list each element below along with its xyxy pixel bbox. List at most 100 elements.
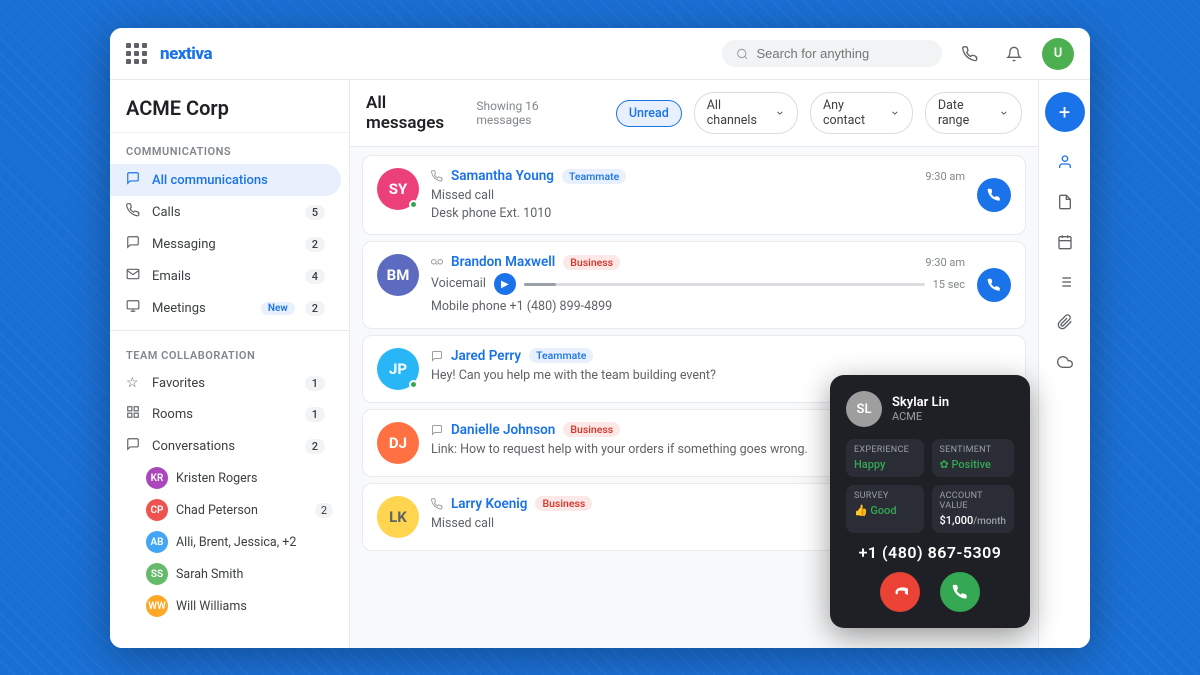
message-card-brandon[interactable]: BM Brandon Maxwell Business 9:30 am Voic… — [362, 241, 1026, 329]
user-avatar-topbar[interactable]: U — [1042, 38, 1074, 70]
call-info-grid: EXPERIENCE Happy SENTIMENT ✿ Positive SU… — [846, 439, 1014, 533]
topbar: nextiva U — [110, 28, 1090, 80]
app-window: nextiva U ACME Corp Communications — [110, 28, 1090, 648]
search-input[interactable] — [757, 46, 929, 61]
larry-avatar: LK — [377, 496, 419, 538]
sidebar: ACME Corp Communications All communicati… — [110, 80, 350, 648]
all-comms-label: All communications — [152, 173, 325, 188]
jared-tag: Teammate — [529, 348, 593, 363]
calendar-icon-btn[interactable] — [1047, 224, 1083, 260]
brandon-play-btn[interactable]: ▶ — [494, 273, 516, 295]
samantha-content: Samantha Young Teammate 9:30 am Missed c… — [431, 168, 965, 222]
brandon-initials: BM — [387, 266, 410, 284]
brandon-content: Brandon Maxwell Business 9:30 am Voicema… — [431, 254, 965, 316]
phone-icon-btn[interactable] — [954, 38, 986, 70]
brandon-top: Brandon Maxwell Business 9:30 am — [431, 254, 965, 270]
sidebar-sub-item-sarah[interactable]: SS Sarah Smith — [110, 558, 349, 590]
alli-name: Alli, Brent, Jessica, +2 — [176, 535, 296, 550]
brandon-audio-progress — [524, 283, 556, 286]
skylar-avatar: SL — [846, 391, 882, 427]
samantha-top: Samantha Young Teammate 9:30 am — [431, 168, 965, 184]
sidebar-item-all-communications[interactable]: All communications — [110, 164, 341, 196]
brandon-time: 9:30 am — [925, 256, 965, 269]
sidebar-item-conversations[interactable]: Conversations 2 — [110, 430, 341, 462]
jared-top: Jared Perry Teammate — [431, 348, 1011, 364]
messaging-icon — [126, 235, 142, 253]
favorites-badge: 1 — [305, 376, 325, 391]
danielle-avatar: DJ — [377, 422, 419, 464]
experience-label: EXPERIENCE — [854, 445, 916, 455]
logo: nextiva — [160, 44, 212, 64]
sidebar-divider-1 — [110, 330, 349, 331]
will-avatar: WW — [146, 595, 168, 617]
filter-contact-btn[interactable]: Any contact — [810, 92, 913, 134]
search-bar[interactable] — [722, 40, 942, 67]
call-popup-header: SL Skylar Lin ACME — [846, 391, 1014, 427]
favorites-label: Favorites — [152, 376, 295, 391]
call-popup-name-block: Skylar Lin ACME — [892, 395, 949, 423]
jared-name: Jared Perry — [451, 348, 521, 364]
sentiment-item: SENTIMENT ✿ Positive — [932, 439, 1014, 477]
kristen-name: Kristen Rogers — [176, 471, 257, 486]
sidebar-sub-item-kristen[interactable]: KR Kristen Rogers — [110, 462, 349, 494]
messages-title: All messages — [366, 93, 464, 133]
fab-add-btn[interactable]: + — [1045, 92, 1085, 132]
samantha-call-btn[interactable] — [977, 178, 1011, 212]
danielle-name: Danielle Johnson — [451, 422, 555, 438]
favorites-icon: ☆ — [126, 375, 142, 391]
brandon-text2: Mobile phone +1 (480) 899-4899 — [431, 298, 965, 316]
emails-label: Emails — [152, 269, 295, 284]
voicemail-channel-icon — [431, 256, 443, 268]
experience-value: Happy — [854, 458, 916, 471]
brandon-avatar: BM — [377, 254, 419, 296]
account-value-label: ACCOUNT VALUE — [940, 491, 1006, 511]
sidebar-item-emails[interactable]: Emails 4 — [110, 260, 341, 292]
message-channel-icon — [431, 350, 443, 362]
call-channel-icon — [431, 170, 443, 182]
list-icon-btn[interactable] — [1047, 264, 1083, 300]
logo-text: nextiva — [160, 44, 212, 64]
sidebar-item-rooms[interactable]: Rooms 1 — [110, 398, 341, 430]
sidebar-item-meetings[interactable]: Meetings New 2 — [110, 292, 341, 324]
message-card-samantha[interactable]: SY Samantha Young Teammate 9:30 am Misse… — [362, 155, 1026, 235]
chad-name: Chad Peterson — [176, 503, 258, 518]
accept-call-btn[interactable] — [940, 572, 980, 612]
bell-icon-btn[interactable] — [998, 38, 1030, 70]
larry-tag: Business — [535, 496, 592, 511]
document-icon-btn[interactable] — [1047, 184, 1083, 220]
sidebar-item-calls[interactable]: Calls 5 — [110, 196, 341, 228]
rooms-badge: 1 — [305, 407, 325, 422]
sidebar-sub-item-alli[interactable]: AB Alli, Brent, Jessica, +2 — [110, 526, 349, 558]
filter-date-btn[interactable]: Date range — [925, 92, 1022, 134]
filter-unread-btn[interactable]: Unread — [616, 100, 682, 127]
sidebar-sub-item-will[interactable]: WW Will Williams — [110, 590, 349, 622]
sidebar-item-messaging[interactable]: Messaging 2 — [110, 228, 341, 260]
will-name: Will Williams — [176, 599, 247, 614]
caller-company: ACME — [892, 410, 949, 423]
brandon-name: Brandon Maxwell — [451, 254, 555, 270]
cloud-icon-btn[interactable] — [1047, 344, 1083, 380]
jared-initials: JP — [389, 360, 407, 378]
rooms-icon — [126, 405, 142, 423]
brandon-call-btn[interactable] — [977, 268, 1011, 302]
danielle-tag: Business — [563, 422, 620, 437]
samantha-name: Samantha Young — [451, 168, 554, 184]
search-icon — [736, 47, 749, 61]
messaging-badge: 2 — [305, 237, 325, 252]
caller-phone: +1 (480) 867-5309 — [846, 543, 1014, 562]
sidebar-item-favorites[interactable]: ☆ Favorites 1 — [110, 368, 341, 398]
danielle-initials: DJ — [389, 434, 407, 452]
samantha-text2: Desk phone Ext. 1010 — [431, 205, 965, 223]
person-icon-btn[interactable] — [1047, 144, 1083, 180]
calls-icon — [126, 203, 142, 221]
decline-call-btn[interactable] — [880, 572, 920, 612]
team-collab-label: Team collaboration — [110, 337, 349, 368]
sidebar-sub-item-chad[interactable]: CP Chad Peterson 2 — [110, 494, 349, 526]
grid-menu-icon[interactable] — [126, 43, 148, 65]
meetings-badge-new: New — [261, 302, 295, 315]
messages-header: All messages Showing 16 messages Unread … — [350, 80, 1038, 147]
larry-name: Larry Koenig — [451, 496, 527, 512]
filter-channels-btn[interactable]: All channels — [694, 92, 798, 134]
jared-online-dot — [409, 380, 418, 389]
paperclip-icon-btn[interactable] — [1047, 304, 1083, 340]
